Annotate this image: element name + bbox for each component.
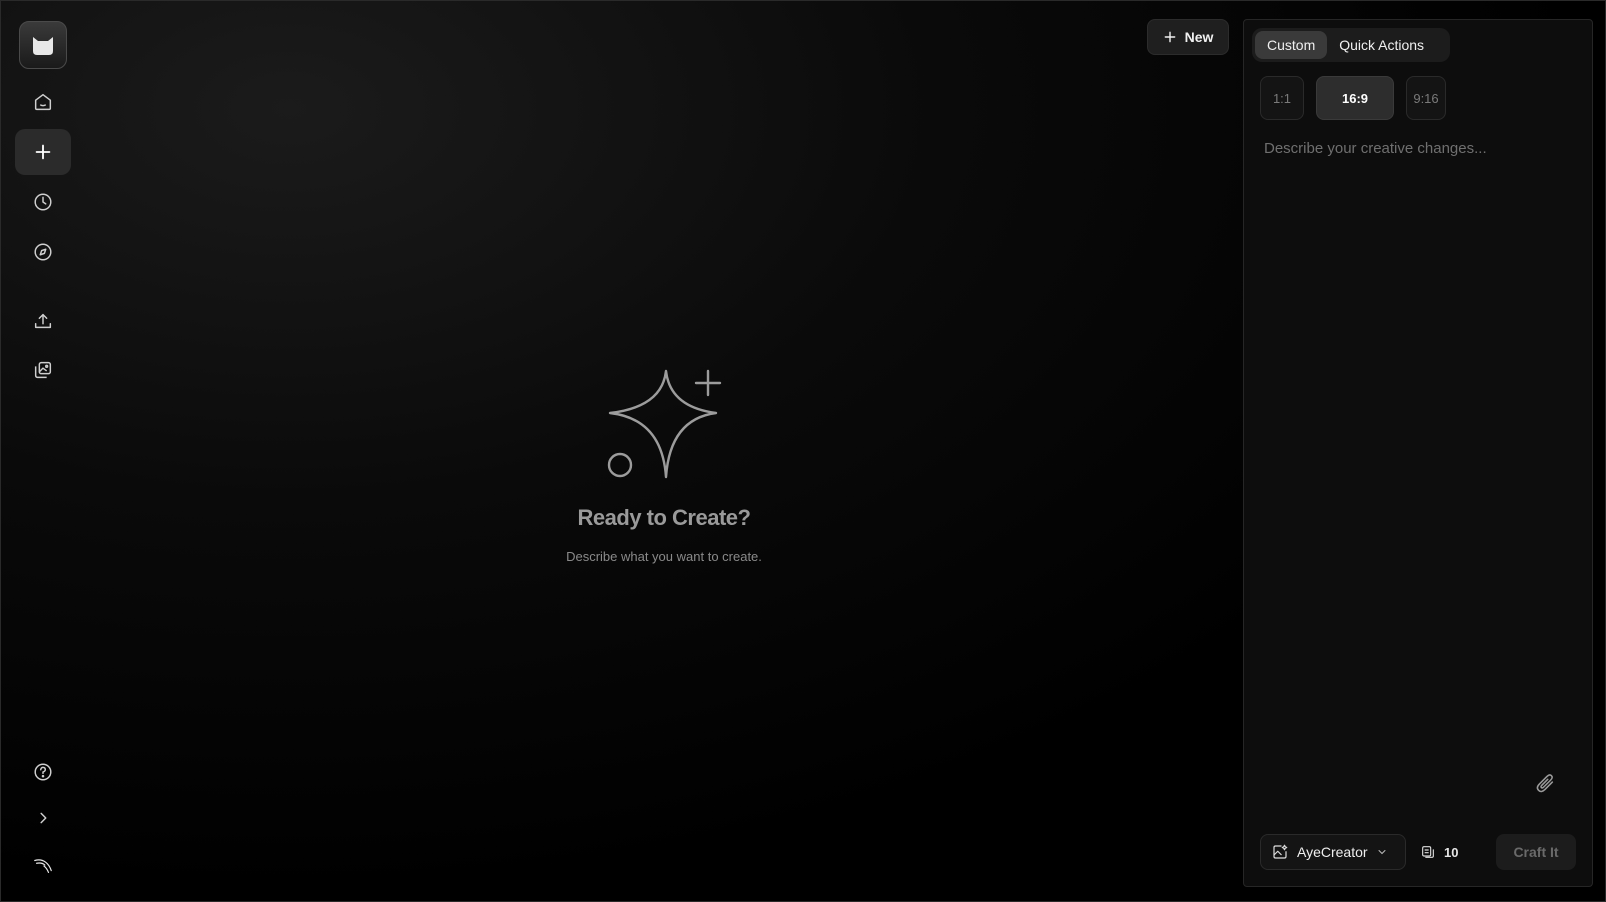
plus-icon xyxy=(35,144,51,160)
sidebar xyxy=(1,1,85,902)
sparkle-icon xyxy=(607,369,722,479)
chevron-right-icon xyxy=(40,812,47,824)
nav-expand[interactable] xyxy=(15,795,71,841)
tab-quick-actions[interactable]: Quick Actions xyxy=(1327,31,1436,59)
nav-history[interactable] xyxy=(15,179,71,225)
nav-gallery[interactable] xyxy=(15,347,71,393)
ratio-9-16[interactable]: 9:16 xyxy=(1406,76,1446,120)
new-button-label: New xyxy=(1184,29,1214,45)
credits-indicator: 10 xyxy=(1420,834,1458,870)
chevron-down-icon xyxy=(1378,850,1386,855)
model-name: AyeCreator xyxy=(1297,844,1368,860)
dragon-logo-icon xyxy=(34,859,52,874)
mode-tabs: Custom Quick Actions xyxy=(1252,28,1450,62)
image-sparkle-icon xyxy=(1273,844,1288,859)
nav-help[interactable] xyxy=(15,749,71,795)
attach-button[interactable] xyxy=(1534,772,1556,794)
cat-logo-icon xyxy=(33,37,53,55)
upload-icon xyxy=(34,313,52,329)
tab-custom[interactable]: Custom xyxy=(1255,31,1328,59)
home-icon xyxy=(34,93,52,111)
plus-icon xyxy=(1164,31,1175,43)
nav-kali[interactable] xyxy=(15,843,71,889)
nav-explore[interactable] xyxy=(15,229,71,275)
ratio-1-1[interactable]: 1:1 xyxy=(1260,76,1304,120)
create-panel: Custom Quick Actions 1:1 16:9 9:16 AyeCr… xyxy=(1243,19,1593,887)
nav-upload[interactable] xyxy=(15,298,71,344)
nav-home[interactable] xyxy=(15,79,71,125)
credits-count: 10 xyxy=(1444,844,1459,860)
clock-icon xyxy=(34,193,52,211)
new-button[interactable]: New xyxy=(1147,19,1229,55)
app-logo[interactable] xyxy=(19,21,67,69)
nav-create[interactable] xyxy=(15,129,71,175)
model-select[interactable]: AyeCreator xyxy=(1260,834,1406,870)
empty-state: Ready to Create? Describe what you want … xyxy=(441,361,887,564)
empty-state-subtitle: Describe what you want to create. xyxy=(566,549,762,564)
images-icon xyxy=(34,361,52,379)
coins-icon xyxy=(1422,846,1434,858)
empty-state-title: Ready to Create? xyxy=(577,505,751,530)
ratio-16-9[interactable]: 16:9 xyxy=(1316,76,1394,120)
help-circle-icon xyxy=(34,763,52,781)
prompt-input[interactable] xyxy=(1264,140,1574,740)
paperclip-icon xyxy=(1536,774,1554,793)
compass-icon xyxy=(34,243,52,261)
craft-button[interactable]: Craft It xyxy=(1496,834,1576,870)
